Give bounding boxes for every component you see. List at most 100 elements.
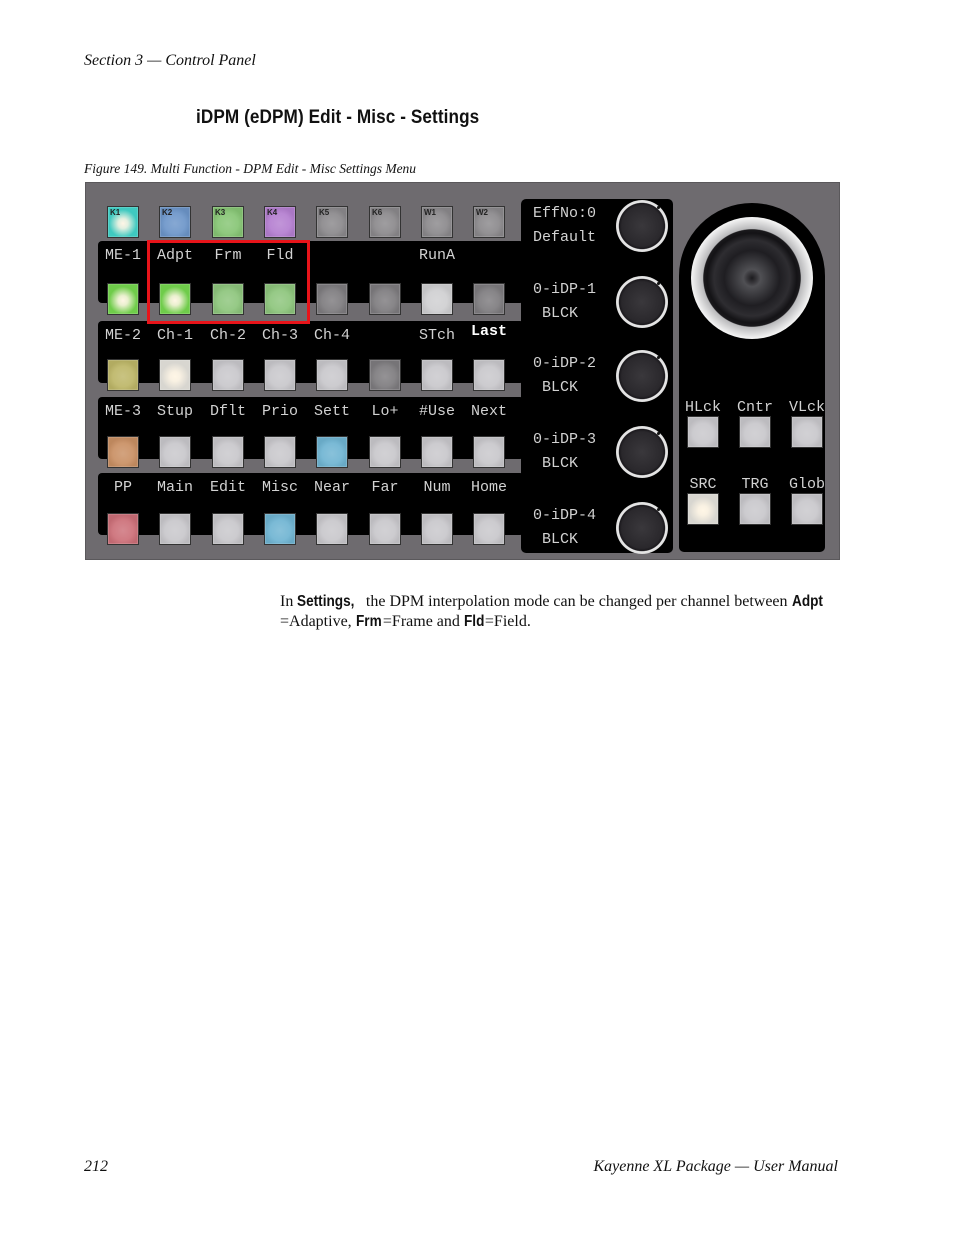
menu-button-dflt[interactable]	[212, 436, 244, 468]
knob-label-bottom: BLCK	[533, 531, 579, 548]
menu-button-near[interactable]	[316, 513, 348, 545]
menu-button-far[interactable]	[369, 513, 401, 545]
keyer-button-label: W1	[424, 208, 436, 217]
keyer-button-label: K6	[372, 208, 383, 217]
menu-button-me-2[interactable]	[107, 359, 139, 391]
menu-button-home[interactable]	[473, 513, 505, 545]
joystick-button-hlck[interactable]	[687, 416, 719, 448]
menu-label-main: Main	[156, 479, 193, 496]
menu-label-ch-1: Ch-1	[156, 327, 193, 344]
menu-button-pp[interactable]	[107, 513, 139, 545]
keyer-button-k3[interactable]: K3	[212, 206, 244, 238]
menu-label-dflt: Dflt	[209, 403, 246, 420]
knob-label-top: 0-iDP-4	[533, 507, 597, 524]
menu-button-edit[interactable]	[212, 513, 244, 545]
knob-indicator-icon	[657, 432, 660, 435]
joystick-label-trg: TRG	[741, 476, 769, 493]
rotary-knob-3[interactable]	[616, 350, 668, 402]
knob-indicator-icon	[657, 282, 660, 285]
text-run: =Adaptive,	[280, 613, 356, 630]
rotary-knob-5[interactable]	[616, 502, 668, 554]
menu-label-home: Home	[470, 479, 507, 496]
joystick[interactable]	[691, 217, 813, 339]
keyword-fld: Fld	[463, 613, 485, 630]
keyer-button-w2[interactable]: W2	[473, 206, 505, 238]
menu-button-me-3[interactable]	[107, 436, 139, 468]
keyer-button-label: K5	[319, 208, 330, 217]
joystick-button-vlck[interactable]	[791, 416, 823, 448]
menu-button-lo[interactable]	[369, 436, 401, 468]
page-number: 212	[84, 1158, 108, 1175]
menu-button-frm[interactable]	[212, 283, 244, 315]
rotary-knob-4[interactable]	[616, 426, 668, 478]
joystick-button-cntr[interactable]	[739, 416, 771, 448]
menu-button-prio[interactable]	[264, 436, 296, 468]
knob-label-bottom: BLCK	[533, 455, 579, 472]
keyword-adpt: Adpt	[791, 593, 823, 610]
menu-button-row1-col8[interactable]	[473, 283, 505, 315]
joystick-label-hlck: HLck	[684, 399, 721, 416]
menu-button-ch-1[interactable]	[159, 359, 191, 391]
joystick-label-src: SRC	[689, 476, 717, 493]
footer-title: Kayenne XL Package — User Manual	[593, 1158, 838, 1175]
menu-label-pp: PP	[113, 479, 132, 496]
keyer-button-label: K3	[215, 208, 226, 217]
text-run: In	[280, 593, 298, 610]
joystick-button-trg[interactable]	[739, 493, 771, 525]
keyword-frm: Frm	[355, 613, 382, 630]
figure-caption: Figure 149. Multi Function - DPM Edit - …	[84, 161, 417, 176]
section-title: iDPM (eDPM) Edit - Misc - Settings	[196, 106, 480, 128]
control-panel-figure: K1 K2 K3 K4 K5 K6 W1 W2 ME-1 Adpt Frm Fld RunA ME-2…	[85, 182, 840, 560]
text-run: =Frame and	[382, 613, 464, 630]
running-header: Section 3 — Control Panel	[84, 52, 256, 69]
menu-button-me-1[interactable]	[107, 283, 139, 315]
menu-label-edit: Edit	[209, 479, 246, 496]
menu-button-ch-4[interactable]	[316, 359, 348, 391]
keyer-button-w1[interactable]: W1	[421, 206, 453, 238]
menu-button-last[interactable]	[473, 359, 505, 391]
joystick-button-glob[interactable]	[791, 493, 823, 525]
knob-label-top: 0-iDP-2	[533, 355, 597, 372]
menu-button-next[interactable]	[473, 436, 505, 468]
rotary-knob-2[interactable]	[616, 276, 668, 328]
menu-button-row1-col6[interactable]	[369, 283, 401, 315]
menu-label-ch-2: Ch-2	[209, 327, 246, 344]
menu-label-lo: Lo+	[371, 403, 399, 420]
knob-column: EffNo:0 Default 0-iDP-1 BLCK 0-iDP-2 BLCK 0-…	[521, 199, 673, 554]
menu-button-stup[interactable]	[159, 436, 191, 468]
menu-button-num[interactable]	[421, 513, 453, 545]
menu-button-sett[interactable]	[316, 436, 348, 468]
keyer-button-label: K2	[162, 208, 173, 217]
menu-button-adpt[interactable]	[159, 283, 191, 315]
menu-label-me-3: ME-3	[104, 403, 141, 420]
keyer-button-k5[interactable]: K5	[316, 206, 348, 238]
menu-label-me-2: ME-2	[104, 327, 141, 344]
joystick-button-src[interactable]	[687, 493, 719, 525]
keyer-button-k1[interactable]: K1	[107, 206, 139, 238]
keyer-button-k2[interactable]: K2	[159, 206, 191, 238]
menu-button-misc[interactable]	[264, 513, 296, 545]
menu-button-main[interactable]	[159, 513, 191, 545]
knob-label-top: EffNo:0	[533, 205, 597, 222]
keyer-button-k4[interactable]: K4	[264, 206, 296, 238]
text-run: the DPM interpolation mode can be change…	[361, 593, 792, 610]
keyer-button-label: K1	[110, 208, 121, 217]
menu-button-use[interactable]	[421, 436, 453, 468]
menu-label-adpt: Adpt	[156, 247, 193, 264]
joystick-panel: HLck Cntr VLck SRC TRG Glob	[679, 203, 825, 552]
menu-button-fld[interactable]	[264, 283, 296, 315]
menu-button-stch[interactable]	[421, 359, 453, 391]
menu-label-stup: Stup	[156, 403, 193, 420]
joystick-label-glob: Glob	[788, 476, 825, 493]
keyer-button-label: W2	[476, 208, 488, 217]
menu-button-ch-2[interactable]	[212, 359, 244, 391]
menu-label-misc: Misc	[261, 479, 298, 496]
menu-button-row1-col5[interactable]	[316, 283, 348, 315]
menu-button-ch-3[interactable]	[264, 359, 296, 391]
knob-label-bottom: Default	[533, 229, 597, 246]
menu-button-row2-col6[interactable]	[369, 359, 401, 391]
menu-button-runa[interactable]	[421, 283, 453, 315]
rotary-knob-1[interactable]	[616, 200, 668, 252]
knob-indicator-icon	[657, 508, 660, 511]
keyer-button-k6[interactable]: K6	[369, 206, 401, 238]
